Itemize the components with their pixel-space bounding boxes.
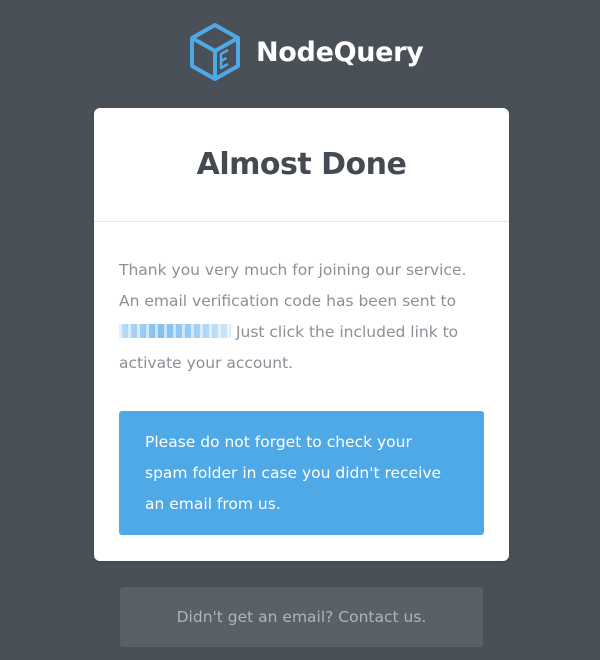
contact-us-button[interactable]: Didn't get an email? Contact us. <box>120 587 483 647</box>
confirmation-card: Almost Done Thank you very much for join… <box>94 108 509 561</box>
spam-folder-notice: Please do not forget to check your spam … <box>119 411 484 535</box>
brand-name: NodeQuery <box>256 36 424 68</box>
page-title: Almost Done <box>196 147 407 182</box>
message-text-part1: Thank you very much for joining our serv… <box>119 261 467 310</box>
confirmation-message: Thank you very much for joining our serv… <box>119 255 484 379</box>
redacted-email <box>119 324 231 338</box>
card-body: Thank you very much for joining our serv… <box>94 255 509 535</box>
card-header: Almost Done <box>94 108 509 222</box>
brand-header: NodeQuery <box>188 22 424 82</box>
nodequery-cube-logo-icon <box>190 23 240 81</box>
